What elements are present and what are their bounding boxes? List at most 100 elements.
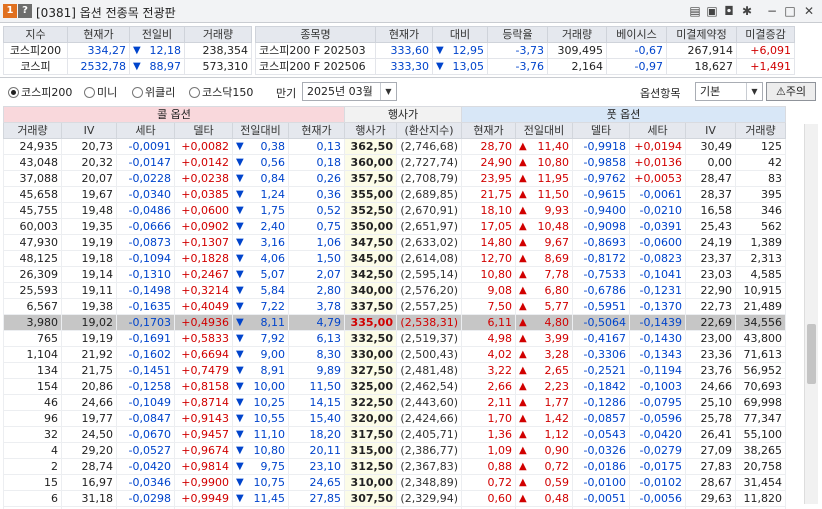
futures-volume: 309,495 [547, 42, 607, 59]
vertical-scrollbar[interactable] [804, 124, 818, 504]
table-row[interactable]: 25,593 19,11 -0,1498 +0,3214 ▼ 5,84 2,80 340,00… [3, 282, 786, 299]
put-iv: 25,43 [685, 218, 736, 235]
settings-icon[interactable]: ✱ [740, 4, 754, 18]
table-row[interactable]: 60,003 19,35 -0,0666 +0,0902 ▼ 2,40 0,75 350,00… [3, 218, 786, 235]
call-change-cell: ▼ 10,00 [232, 378, 289, 395]
table-row[interactable]: 6 31,18 -0,0298 +0,9949 ▼ 11,45 27,85 307,50 (2,… [3, 490, 786, 507]
table-row[interactable]: 47,930 19,19 -0,0873 +0,1307 ▼ 3,16 1,06 347,50… [3, 234, 786, 251]
converted-index: (2,689,85) [396, 186, 462, 203]
radio-kospi200[interactable]: 코스피200 [8, 84, 72, 100]
table-row[interactable]: 2 28,74 -0,0420 +0,9814 ▼ 9,75 23,10 312,50 (2,3… [3, 458, 786, 475]
put-change-cell: ▲ 2,23 [515, 378, 573, 395]
call-change: 2,40 [260, 220, 286, 233]
call-theta: -0,1703 [116, 314, 175, 331]
call-price: 4,79 [288, 314, 345, 331]
col-header: IV [685, 122, 736, 139]
put-theta: +0,0136 [629, 154, 686, 171]
call-price: 3,78 [288, 298, 345, 315]
call-delta: +0,9143 [174, 410, 233, 427]
table-row[interactable]: 46 24,66 -0,1049 +0,8714 ▼ 10,25 14,15 322,50 (2… [3, 394, 786, 411]
screen-badge-icon[interactable]: 1 [3, 4, 17, 18]
maximize-icon[interactable]: □ [783, 4, 797, 18]
call-theta: -0,1635 [116, 298, 175, 315]
call-volume: 25,593 [3, 282, 62, 299]
converted-index: (2,462,54) [396, 378, 462, 395]
put-delta: -0,3306 [572, 346, 630, 363]
converted-index: (2,386,77) [396, 442, 462, 459]
table-row[interactable]: 134 21,75 -0,1451 +0,7479 ▼ 8,91 9,89 327,50 (2,… [3, 362, 786, 379]
table-row[interactable]: 765 19,19 -0,1691 +0,5833 ▼ 7,92 6,13 332,50 (2,… [3, 330, 786, 347]
atm-row[interactable]: 3,980 19,02 -0,1703 +0,4936 ▼ 8,11 4,79 335,00(… [3, 314, 786, 331]
col-header: 지수 [3, 26, 68, 43]
radio-mini[interactable]: 미니 [84, 84, 117, 100]
put-theta: -0,0596 [629, 410, 686, 427]
put-change-cell: ▲ 2,65 [515, 362, 573, 379]
call-delta: +0,2467 [174, 266, 233, 283]
col-header: 현재가 [375, 26, 433, 43]
table-row[interactable]: 코스피200 F 202506 333,30 ▼ 13,05 -3,76 2,16… [255, 58, 795, 75]
copy-icon[interactable]: ▣ [705, 4, 719, 18]
table-row[interactable]: 37,088 20,07 -0,0228 +0,0238 ▼ 0,84 0,26 357,50… [3, 170, 786, 187]
call-theta: -0,0486 [116, 202, 175, 219]
table-row[interactable]: 154 20,86 -0,1258 +0,8158 ▼ 10,00 11,50 325,00(… [3, 378, 786, 395]
call-delta: +0,4936 [174, 314, 233, 331]
triangle-up-icon: ▲ [519, 221, 527, 232]
call-price: 14,15 [288, 394, 345, 411]
expiry-select[interactable]: 2025년 03월 ▼ [302, 82, 397, 101]
col-header: 전일대비 [515, 122, 573, 139]
col-header: 베이시스 [606, 26, 667, 43]
triangle-up-icon: ▲ [519, 205, 527, 216]
triangle-up-icon: ▲ [519, 349, 527, 360]
col-header: 전일비 [129, 26, 185, 43]
call-change: 1,24 [260, 188, 286, 201]
put-change-cell: ▲ 0,72 [515, 458, 573, 475]
layout-icon[interactable]: ▤ [688, 4, 702, 18]
call-change: 11,45 [253, 492, 286, 505]
item-select[interactable]: 기본 ▼ [695, 82, 763, 101]
call-volume: 48,125 [3, 250, 62, 267]
table-row[interactable]: 96 19,77 -0,0847 +0,9143 ▼ 10,55 15,40 320,00 (2… [3, 410, 786, 427]
call-theta: -0,0228 [116, 170, 175, 187]
call-price: 23,10 [288, 458, 345, 475]
table-row[interactable]: 32 24,50 -0,0670 +0,9457 ▼ 11,10 18,20 317,50 (2… [3, 426, 786, 443]
table-row[interactable]: 24,935 20,73 -0,0091 +0,0082 ▼ 0,38 0,13 362,50… [3, 138, 786, 155]
strike-price: 355,00 [344, 186, 397, 203]
table-row[interactable]: 코스피200 334,27 ▼ 12,18 238,354 [3, 42, 252, 59]
triangle-down-icon: ▼ [436, 61, 444, 72]
table-row[interactable]: 4 29,20 -0,0527 +0,9674 ▼ 10,80 20,11 315,00 (2,… [3, 442, 786, 459]
scrollbar-thumb[interactable] [807, 324, 816, 384]
radio-kosdaq150[interactable]: 코스닥150 [189, 84, 253, 100]
table-row[interactable]: 26,309 19,14 -0,1310 +0,2467 ▼ 5,07 2,07 342,50… [3, 266, 786, 283]
close-icon[interactable]: ✕ [802, 4, 816, 18]
table-row[interactable]: 코스피 2532,78 ▼ 88,97 573,310 [3, 58, 252, 75]
call-iv: 24,50 [61, 426, 117, 443]
call-theta: -0,0346 [116, 474, 175, 491]
call-volume: 37,088 [3, 170, 62, 187]
call-price: 2,80 [288, 282, 345, 299]
table-row[interactable]: 43,048 20,32 -0,0147 +0,0142 ▼ 0,56 0,18 360,00… [3, 154, 786, 171]
table-row[interactable]: 15 16,97 -0,0346 +0,9900 ▼ 10,75 24,65 310,00 (2… [3, 474, 786, 491]
call-change-cell: ▼ 8,91 [232, 362, 289, 379]
put-iv: 25,10 [685, 394, 736, 411]
table-row[interactable]: 코스피200 F 202503 333,60 ▼ 12,95 -3,73 309,… [255, 42, 795, 59]
call-change-cell: ▼ 0,84 [232, 170, 289, 187]
triangle-down-icon: ▼ [236, 349, 244, 360]
call-price: 0,26 [288, 170, 345, 187]
table-row[interactable]: 45,755 19,48 -0,0486 +0,0600 ▼ 1,75 0,52 352,50… [3, 202, 786, 219]
call-delta: +0,8714 [174, 394, 233, 411]
help-icon[interactable]: ? [18, 4, 32, 18]
call-change-cell: ▼ 1,24 [232, 186, 289, 203]
table-row[interactable]: 45,658 19,67 -0,0340 +0,0385 ▼ 1,24 0,36 355,00… [3, 186, 786, 203]
table-row[interactable]: 1,104 21,92 -0,1602 +0,6694 ▼ 9,00 8,30 330,00(… [3, 346, 786, 363]
table-row[interactable]: 6,567 19,38 -0,1635 +0,4049 ▼ 7,22 3,78 337,50(… [3, 298, 786, 315]
expiry-label: 만기 [276, 87, 297, 100]
radio-weekly[interactable]: 위클리 [132, 84, 175, 100]
radio-icon [189, 87, 200, 98]
put-theta: -0,1194 [629, 362, 686, 379]
table-row[interactable]: 48,125 19,18 -0,1094 +0,1828 ▼ 4,06 1,50 345,00… [3, 250, 786, 267]
camera-icon[interactable]: ◘ [722, 4, 736, 18]
put-change: 11,40 [537, 140, 570, 153]
warning-button[interactable]: ⚠주의 [766, 82, 816, 101]
minimize-icon[interactable]: − [765, 4, 779, 18]
put-price: 24,90 [461, 154, 516, 171]
